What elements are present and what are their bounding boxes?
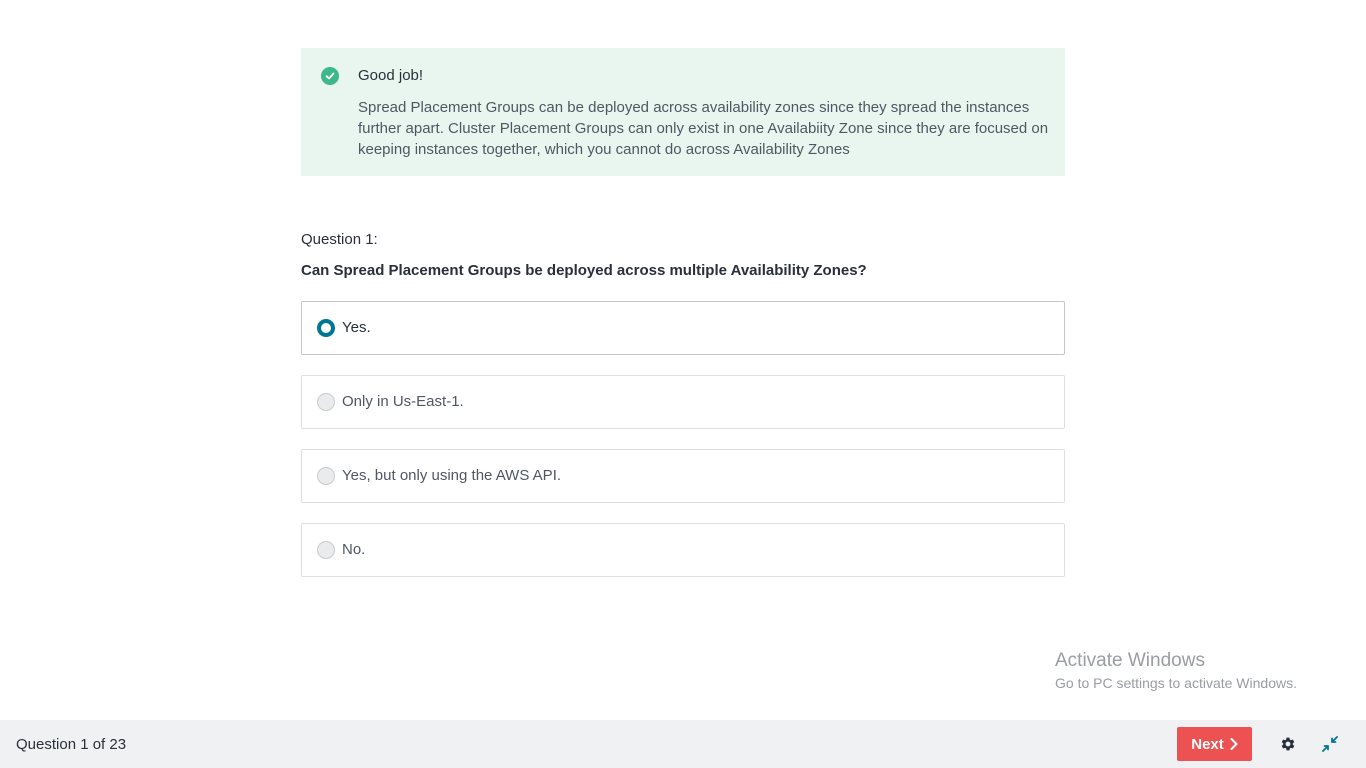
- quiz-page: Good job! Spread Placement Groups can be…: [0, 0, 1366, 768]
- answer-label: No.: [342, 541, 366, 558]
- question-counter: Question 1 of 23: [16, 736, 127, 753]
- radio-button[interactable]: [317, 319, 335, 337]
- answer-option-1[interactable]: Yes.: [301, 301, 1065, 355]
- feedback-title: Good job!: [358, 67, 424, 84]
- gear-icon[interactable]: [1278, 734, 1298, 754]
- check-circle-icon: [321, 67, 339, 85]
- answer-label: Only in Us-East-1.: [342, 393, 464, 410]
- radio-button[interactable]: [317, 393, 335, 411]
- next-button[interactable]: Next: [1177, 727, 1252, 761]
- answer-label: Yes, but only using the AWS API.: [342, 467, 562, 484]
- feedback-banner: Good job! Spread Placement Groups can be…: [301, 48, 1065, 176]
- radio-button[interactable]: [317, 541, 335, 559]
- next-button-label: Next: [1191, 735, 1224, 753]
- collapse-icon[interactable]: [1320, 734, 1340, 754]
- watermark-title: Activate Windows: [1055, 650, 1205, 671]
- question-text: Can Spread Placement Groups be deployed …: [301, 262, 867, 279]
- answer-option-3[interactable]: Yes, but only using the AWS API.: [301, 449, 1065, 503]
- radio-button[interactable]: [317, 467, 335, 485]
- answer-label: Yes.: [342, 319, 371, 336]
- question-number: Question 1:: [301, 231, 378, 248]
- chevron-right-icon: [1230, 738, 1238, 750]
- quiz-footer: Question 1 of 23 Next: [0, 720, 1366, 768]
- activate-windows-watermark: Activate Windows Go to PC settings to ac…: [1055, 650, 1297, 691]
- answer-option-2[interactable]: Only in Us-East-1.: [301, 375, 1065, 429]
- feedback-explanation: Spread Placement Groups can be deployed …: [358, 99, 1049, 158]
- answer-option-4[interactable]: No.: [301, 523, 1065, 577]
- watermark-subtitle: Go to PC settings to activate Windows.: [1055, 675, 1297, 691]
